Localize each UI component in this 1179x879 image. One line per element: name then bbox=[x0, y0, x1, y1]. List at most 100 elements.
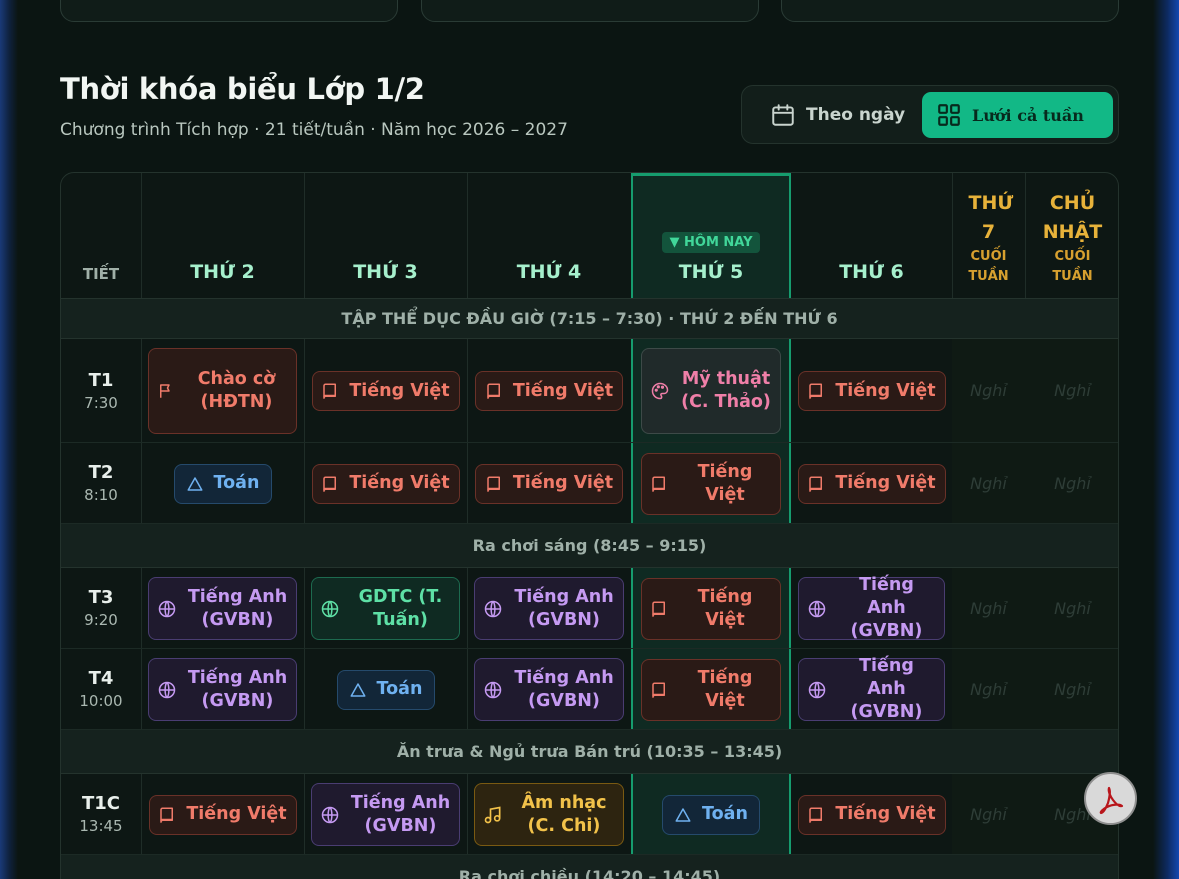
day-header: THỨ 4 bbox=[467, 173, 631, 299]
period-cell: T1C 13:45 bbox=[61, 774, 141, 854]
period-row: T1C 13:45 Tiếng Việt Tiếng Anh (GVBN) Âm nhạ… bbox=[61, 774, 1118, 855]
subject-chip[interactable]: Âm nhạc (C. Chi) bbox=[474, 783, 624, 846]
subject-label: Tiếng Việt bbox=[186, 804, 287, 824]
subject-chip[interactable]: Tiếng Việt bbox=[797, 463, 946, 504]
subject-label: GDTC (T. Tuấn) bbox=[358, 586, 443, 630]
period-column-header: TIẾT bbox=[61, 173, 141, 299]
subject-chip[interactable]: Tiếng Anh (GVBN) bbox=[798, 656, 945, 722]
subject-chip[interactable]: Tiếng Việt bbox=[311, 463, 460, 504]
summary-cards-row bbox=[60, 0, 1119, 24]
period-time: 10:00 bbox=[79, 692, 123, 710]
subject-chip[interactable]: Chào cờ (HĐTN) bbox=[148, 348, 297, 434]
day-header: THỨ 3 bbox=[304, 173, 467, 299]
day-header-label: THỨ 5 bbox=[678, 261, 744, 283]
grid-icon bbox=[938, 104, 960, 126]
weekend-off-label: Nghỉ bbox=[1054, 473, 1091, 493]
subject-chip[interactable]: Tiếng Việt bbox=[797, 794, 946, 835]
weekend-off-label: Nghỉ bbox=[970, 804, 1007, 824]
summary-card bbox=[781, 0, 1119, 22]
triangle-icon bbox=[349, 681, 377, 699]
period-code: T2 bbox=[88, 462, 114, 483]
book-icon bbox=[807, 475, 835, 493]
pdf-export-button[interactable] bbox=[1084, 772, 1137, 825]
view-by-day-button[interactable]: Theo ngày bbox=[754, 92, 914, 138]
subject-label: Tiếng Việt bbox=[697, 586, 753, 630]
weekend-off-label: Nghỉ bbox=[970, 473, 1007, 493]
weekend-sublabel: CUỐI TUẦN bbox=[1052, 249, 1093, 284]
globe-icon bbox=[807, 599, 837, 619]
triangle-icon bbox=[674, 806, 702, 824]
subject-label: Tiếng Việt bbox=[835, 804, 936, 824]
period-header-label: TIẾT bbox=[82, 265, 120, 283]
globe-icon bbox=[807, 680, 837, 700]
window-edge-left bbox=[0, 0, 18, 879]
subject-label: Tiếng Việt bbox=[697, 667, 753, 711]
period-time: 8:10 bbox=[84, 486, 118, 504]
subject-chip[interactable]: Toán bbox=[336, 669, 435, 710]
page-subtitle: Chương trình Tích hợp · 21 tiết/tuần · N… bbox=[60, 120, 568, 140]
globe-icon bbox=[320, 599, 350, 619]
subject-chip[interactable]: Tiếng Việt bbox=[475, 463, 623, 504]
flag-icon bbox=[157, 382, 185, 400]
subject-chip[interactable]: Toán bbox=[173, 463, 272, 504]
subject-chip[interactable]: Tiếng Anh (GVBN) bbox=[148, 658, 297, 721]
subject-chip[interactable]: Tiếng Anh (GVBN) bbox=[474, 658, 624, 721]
subject-chip[interactable]: GDTC (T. Tuấn) bbox=[311, 577, 460, 640]
book-icon bbox=[321, 475, 349, 493]
weekend-label: CHỦ NHẬT bbox=[1042, 192, 1103, 243]
schedule-band-morning-break: Ra chơi sáng (8:45 – 9:15) bbox=[61, 524, 1118, 568]
period-time: 9:20 bbox=[84, 611, 118, 629]
subject-chip[interactable]: Tiếng Việt bbox=[797, 371, 946, 411]
subject-label: Tiếng Việt bbox=[835, 473, 936, 493]
period-time: 7:30 bbox=[84, 393, 118, 412]
subject-chip[interactable]: Tiếng Anh (GVBN) bbox=[798, 575, 945, 641]
subject-label: Tiếng Anh (GVBN) bbox=[850, 656, 923, 722]
day-header-label: THỨ 2 bbox=[190, 261, 255, 283]
subject-chip[interactable]: Tiếng Việt bbox=[148, 794, 297, 835]
subject-chip[interactable]: Tiếng Anh (GVBN) bbox=[311, 783, 460, 846]
window-edge-right bbox=[1153, 0, 1179, 879]
subject-label: Chào cờ (HĐTN) bbox=[197, 369, 276, 412]
weekend-off-label: Nghỉ bbox=[1054, 381, 1091, 400]
period-row: T2 8:10 Toán Tiếng Việt Tiếng Việt Tiếng Việt… bbox=[61, 443, 1118, 524]
weekend-label: THỨ 7 bbox=[968, 192, 1014, 243]
day-header-today: ▼ HÔM NAY THỨ 5 bbox=[631, 173, 791, 299]
music-icon bbox=[483, 805, 513, 825]
schedule-band-morning-exercise: TẬP THỂ DỤC ĐẦU GIỜ (7:15 – 7:30) · THỨ … bbox=[61, 299, 1118, 339]
subject-chip[interactable]: Tiếng Việt bbox=[641, 577, 781, 640]
subject-label: Tiếng Anh (GVBN) bbox=[514, 667, 614, 711]
page-title: Thời khóa biểu Lớp 1/2 bbox=[60, 72, 425, 106]
schedule-band-afternoon-break: Ra chơi chiều (14:20 – 14:45) bbox=[61, 855, 1118, 879]
view-toggle: Theo ngày Lưới cả tuần bbox=[741, 85, 1119, 144]
day-header-label: THỨ 4 bbox=[516, 261, 582, 283]
subject-label: Tiếng Việt bbox=[349, 473, 450, 493]
globe-icon bbox=[483, 599, 513, 619]
subject-chip[interactable]: Mỹ thuật (C. Thảo) bbox=[641, 348, 781, 434]
subject-chip[interactable]: Tiếng Anh (GVBN) bbox=[148, 577, 297, 640]
palette-icon bbox=[650, 381, 680, 401]
subject-chip[interactable]: Tiếng Anh (GVBN) bbox=[474, 577, 624, 640]
day-header: THỨ 2 bbox=[141, 173, 304, 299]
subject-chip[interactable]: Tiếng Việt bbox=[641, 658, 781, 721]
period-row: T3 9:20 Tiếng Anh (GVBN) GDTC (T. Tuấn) Tiến… bbox=[61, 568, 1118, 649]
period-cell: T3 9:20 bbox=[61, 568, 141, 648]
weekend-off-label: Nghỉ bbox=[970, 381, 1007, 400]
weekend-header-saturday: THỨ 7 CUỐI TUẦN bbox=[952, 173, 1025, 299]
subject-chip[interactable]: Tiếng Việt bbox=[641, 452, 781, 515]
book-icon bbox=[650, 600, 678, 618]
weekend-off-label: Nghỉ bbox=[970, 598, 1007, 618]
subject-chip[interactable]: Toán bbox=[662, 794, 760, 835]
subject-label: Tiếng Anh (GVBN) bbox=[187, 667, 288, 711]
view-week-grid-button[interactable]: Lưới cả tuần bbox=[922, 92, 1113, 138]
period-code: T4 bbox=[88, 668, 114, 689]
book-icon bbox=[650, 681, 678, 699]
subject-chip[interactable]: Tiếng Việt bbox=[475, 371, 623, 411]
period-time: 13:45 bbox=[79, 817, 123, 835]
globe-icon bbox=[483, 680, 513, 700]
view-week-grid-label: Lưới cả tuần bbox=[972, 105, 1084, 125]
subject-label: Tiếng Việt bbox=[349, 380, 450, 401]
pdf-icon bbox=[1099, 786, 1123, 814]
subject-label: Tiếng Anh (GVBN) bbox=[850, 575, 923, 641]
weekend-off-label: Nghỉ bbox=[1054, 679, 1091, 699]
subject-chip[interactable]: Tiếng Việt bbox=[311, 371, 460, 411]
